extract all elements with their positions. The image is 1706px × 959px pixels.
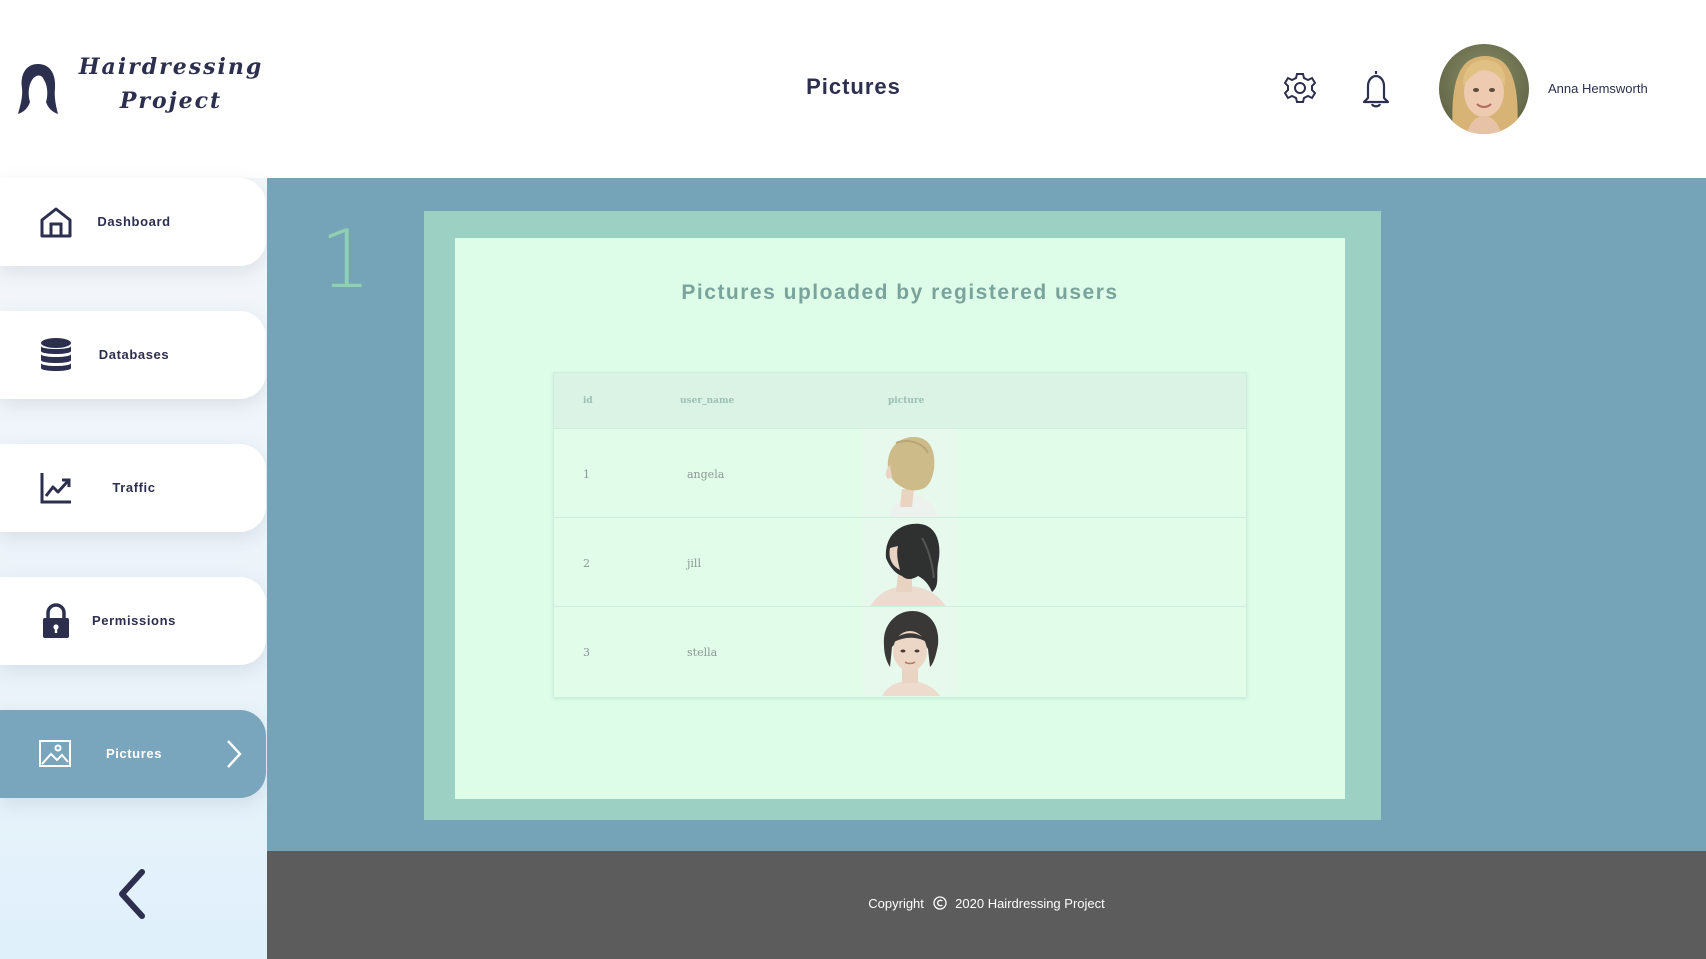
sidebar-item-label: Databases <box>98 347 170 362</box>
table-row[interactable]: 3 stella <box>554 606 1246 696</box>
hairstyle-photo-blonde-bob[interactable] <box>862 429 958 518</box>
lock-icon <box>43 603 69 638</box>
copyright-owner: 2020 Hairdressing Project <box>955 896 1105 911</box>
copyright-prefix: Copyright <box>868 896 924 911</box>
page-title: Pictures <box>806 74 901 99</box>
column-header-picture[interactable]: picture <box>888 396 924 406</box>
settings-button[interactable] <box>1282 68 1318 108</box>
footer: Copyright 2020 Hairdressing Project <box>267 851 1706 959</box>
cell-id: 2 <box>583 557 590 570</box>
user-avatar[interactable] <box>1439 44 1529 134</box>
top-header: Hairdressing Project Pictures Anna Hemsw… <box>0 0 1706 178</box>
cell-user-name: jill <box>687 557 701 570</box>
user-name[interactable]: Anna Hemsworth <box>1548 81 1648 96</box>
gear-icon <box>1283 73 1317 103</box>
sidebar-item-pictures[interactable]: Pictures <box>0 710 266 798</box>
sidebar-item-dashboard[interactable]: Dashboard <box>0 178 266 266</box>
chevron-left-icon <box>119 869 145 919</box>
chart-line-icon <box>40 473 71 504</box>
copyright-icon <box>932 896 947 910</box>
sidebar-item-permissions[interactable]: Permissions <box>0 577 266 665</box>
copyright-text: Copyright 2020 Hairdressing Project <box>267 896 1706 911</box>
woman-head-icon <box>18 64 58 114</box>
sidebar <box>0 178 267 959</box>
column-header-user-name[interactable]: user_name <box>680 396 734 406</box>
cell-id: 3 <box>583 646 590 659</box>
chevron-right-icon <box>227 740 242 768</box>
sidebar-item-traffic[interactable]: Traffic <box>0 444 266 532</box>
column-header-id[interactable]: id <box>583 396 593 406</box>
cell-user-name: stella <box>687 646 718 659</box>
cell-id: 1 <box>583 468 590 481</box>
table-header: id user_name picture <box>554 373 1246 428</box>
database-icon <box>41 338 71 371</box>
table-row[interactable]: 1 angela <box>554 428 1246 518</box>
sidebar-item-label: Permissions <box>92 613 176 628</box>
user-avatar-photo <box>1439 44 1529 134</box>
brand-logo[interactable]: Hairdressing Project <box>18 50 268 130</box>
bell-icon <box>1362 71 1390 108</box>
hairstyle-photo-dark-short[interactable] <box>862 607 958 696</box>
table-row[interactable]: 2 jill <box>554 517 1246 607</box>
sidebar-item-label: Pictures <box>105 746 163 761</box>
card-title: Pictures uploaded by registered users <box>681 281 1119 304</box>
sidebar-item-label: Traffic <box>112 480 156 495</box>
page-number: 1 <box>320 213 371 306</box>
cell-user-name: angela <box>687 468 725 481</box>
brand-name: Hairdressing Project <box>76 50 266 118</box>
notifications-button[interactable] <box>1358 68 1394 108</box>
brand-line-1: Hairdressing <box>78 54 264 80</box>
sidebar-item-databases[interactable]: Databases <box>0 311 266 399</box>
hairstyle-photo-dark-layered[interactable] <box>862 518 958 607</box>
sidebar-item-label: Dashboard <box>97 214 171 229</box>
image-icon <box>39 740 71 767</box>
brand-line-2: Project <box>119 88 223 114</box>
sidebar-collapse-button[interactable] <box>112 868 152 920</box>
pictures-table: id user_name picture 1 angela 2 jill 3 s… <box>553 372 1247 698</box>
home-icon <box>40 207 72 238</box>
